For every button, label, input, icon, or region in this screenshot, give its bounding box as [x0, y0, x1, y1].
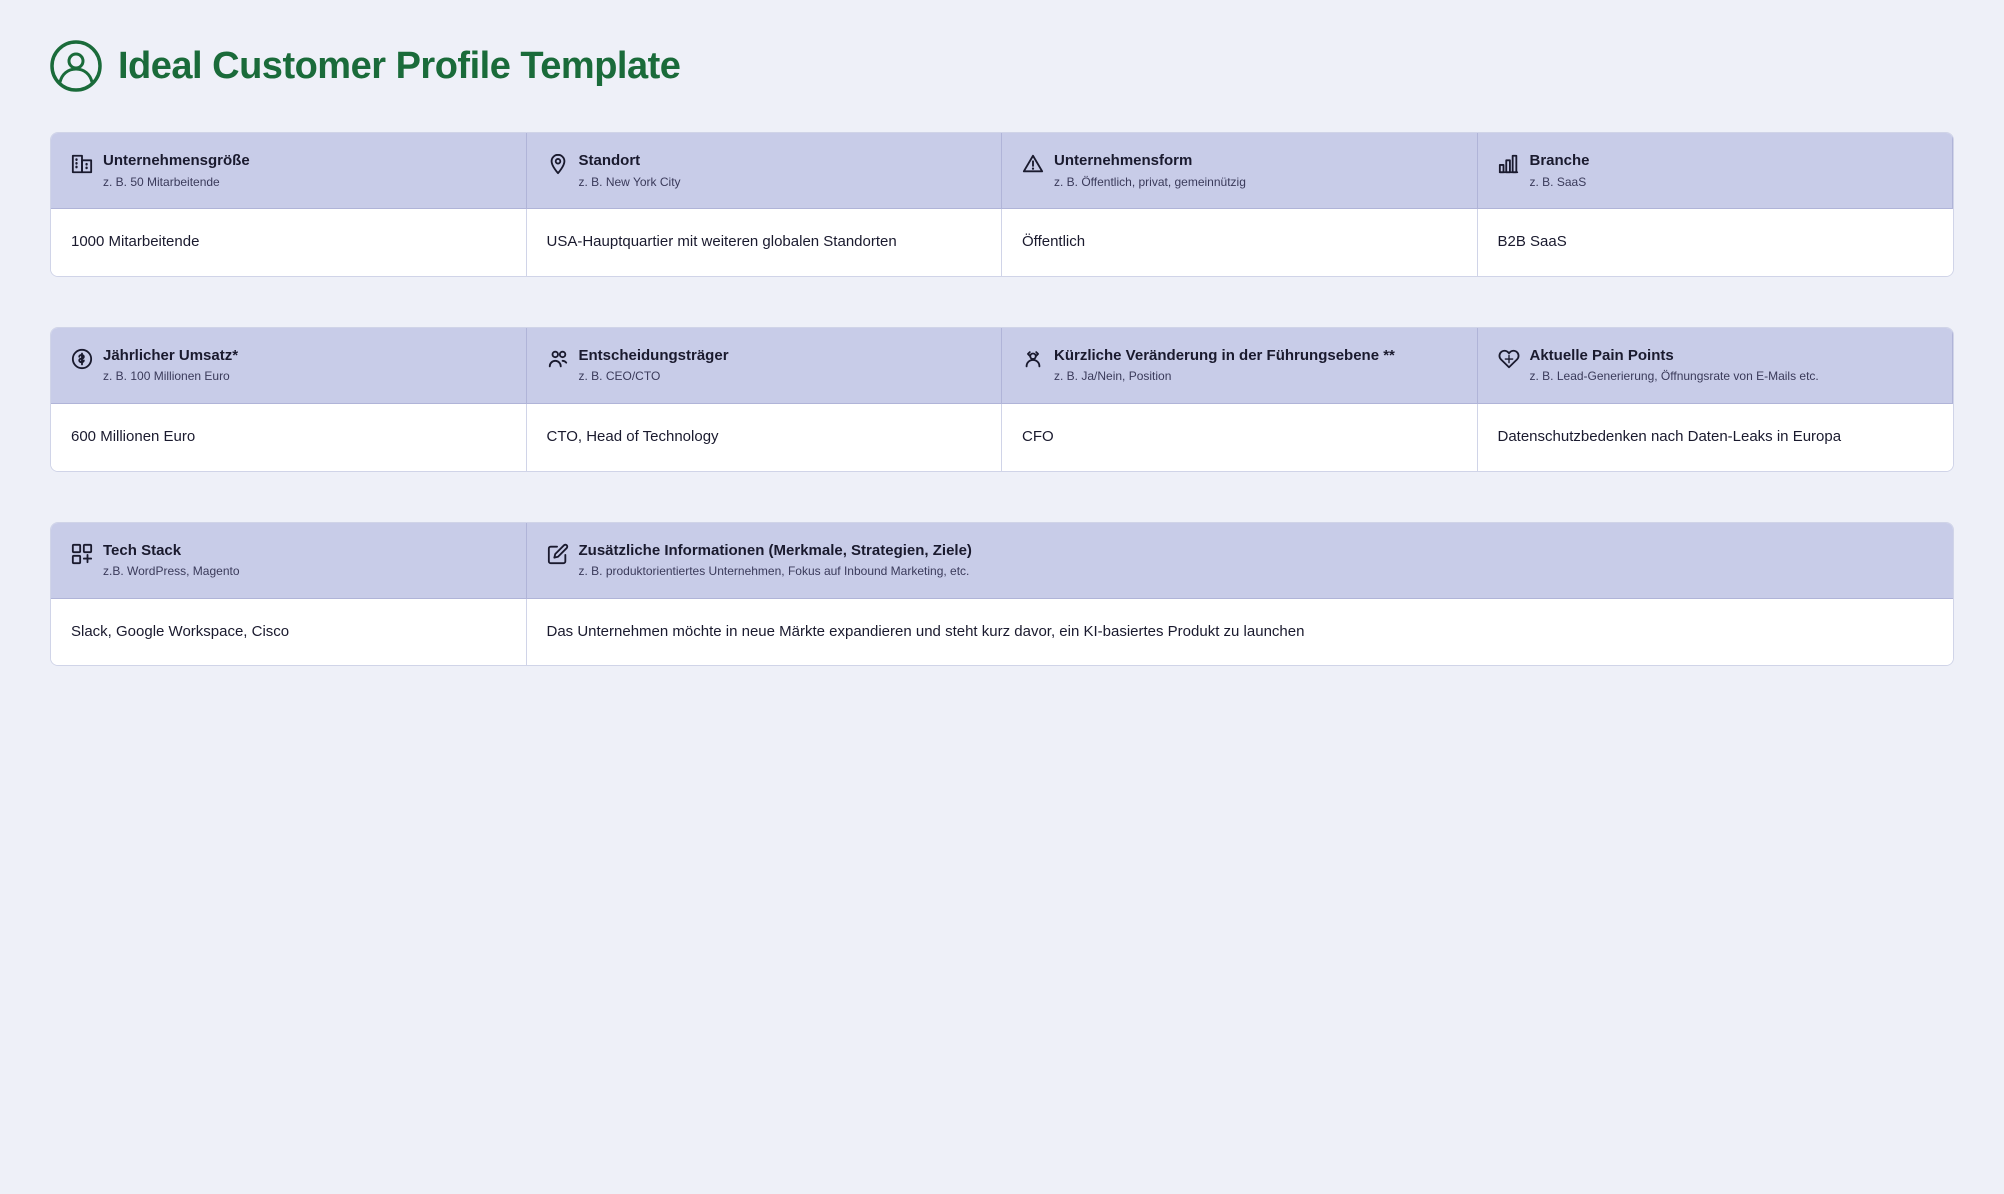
dollar-icon — [71, 348, 93, 375]
data-revenue: 600 Millionen Euro — [51, 404, 527, 471]
page-title-icon — [50, 40, 102, 92]
header-location: Standort z. B. New York City — [527, 133, 1003, 209]
header-company-size-title: Unternehmensgröße — [103, 151, 250, 171]
company-type-icon — [1022, 153, 1044, 180]
header-pain-points-subtitle: z. B. Lead-Generierung, Öffnungsrate von… — [1530, 368, 1819, 385]
header-revenue-title: Jährlicher Umsatz* — [103, 346, 238, 366]
table-tech-grid: Tech Stack z.B. WordPress, Magento Zusät… — [51, 523, 1953, 666]
heart-icon — [1498, 348, 1520, 375]
header-leadership-change: Kürzliche Veränderung in der Führungsebe… — [1002, 328, 1478, 404]
data-additional-info: Das Unternehmen möchte in neue Märkte ex… — [527, 599, 1954, 666]
table-firmographics-grid: Unternehmensgröße z. B. 50 Mitarbeitende… — [51, 133, 1953, 276]
header-additional-info-title: Zusätzliche Informationen (Merkmale, Str… — [579, 541, 972, 561]
header-leadership-change-subtitle: z. B. Ja/Nein, Position — [1054, 368, 1395, 385]
header-decision-makers-subtitle: z. B. CEO/CTO — [579, 368, 729, 385]
header-industry: Branche z. B. SaaS — [1478, 133, 1954, 209]
table-tech: Tech Stack z.B. WordPress, Magento Zusät… — [50, 522, 1954, 667]
table-financials-grid: Jährlicher Umsatz* z. B. 100 Millionen E… — [51, 328, 1953, 471]
header-company-type-subtitle: z. B. Öffentlich, privat, gemeinnützig — [1054, 174, 1246, 191]
data-tech-stack: Slack, Google Workspace, Cisco — [51, 599, 527, 666]
header-industry-title: Branche — [1530, 151, 1590, 171]
change-icon — [1022, 348, 1044, 375]
tech-icon — [71, 543, 93, 570]
header-location-title: Standort — [579, 151, 681, 171]
people-icon — [547, 348, 569, 375]
header-additional-info-subtitle: z. B. produktorientiertes Unternehmen, F… — [579, 563, 972, 580]
location-icon — [547, 153, 569, 180]
header-company-size-subtitle: z. B. 50 Mitarbeitende — [103, 174, 250, 191]
building-icon — [71, 153, 93, 180]
data-industry: B2B SaaS — [1478, 209, 1954, 276]
data-leadership-change: CFO — [1002, 404, 1478, 471]
header-company-type: Unternehmensform z. B. Öffentlich, priva… — [1002, 133, 1478, 209]
header-leadership-change-title: Kürzliche Veränderung in der Führungsebe… — [1054, 346, 1395, 366]
chart-icon — [1498, 153, 1520, 180]
data-company-size: 1000 Mitarbeitende — [51, 209, 527, 276]
table-firmographics: Unternehmensgröße z. B. 50 Mitarbeitende… — [50, 132, 1954, 277]
header-company-size: Unternehmensgröße z. B. 50 Mitarbeitende — [51, 133, 527, 209]
page-title: Ideal Customer Profile Template — [118, 45, 680, 88]
data-location: USA-Hauptquartier mit weiteren globalen … — [527, 209, 1003, 276]
pencil-icon — [547, 543, 569, 570]
header-decision-makers-title: Entscheidungsträger — [579, 346, 729, 366]
header-tech-stack-title: Tech Stack — [103, 541, 240, 561]
header-revenue: Jährlicher Umsatz* z. B. 100 Millionen E… — [51, 328, 527, 404]
header-revenue-subtitle: z. B. 100 Millionen Euro — [103, 368, 238, 385]
header-tech-stack-subtitle: z.B. WordPress, Magento — [103, 563, 240, 580]
header-industry-subtitle: z. B. SaaS — [1530, 174, 1590, 191]
header-tech-stack: Tech Stack z.B. WordPress, Magento — [51, 523, 527, 599]
data-company-type: Öffentlich — [1002, 209, 1478, 276]
page-title-row: Ideal Customer Profile Template — [50, 40, 1954, 92]
header-additional-info: Zusätzliche Informationen (Merkmale, Str… — [527, 523, 1954, 599]
data-pain-points: Datenschutzbedenken nach Daten-Leaks in … — [1478, 404, 1954, 471]
header-decision-makers: Entscheidungsträger z. B. CEO/CTO — [527, 328, 1003, 404]
header-company-type-title: Unternehmensform — [1054, 151, 1246, 171]
table-financials: Jährlicher Umsatz* z. B. 100 Millionen E… — [50, 327, 1954, 472]
data-decision-makers: CTO, Head of Technology — [527, 404, 1003, 471]
header-location-subtitle: z. B. New York City — [579, 174, 681, 191]
header-pain-points: Aktuelle Pain Points z. B. Lead-Generier… — [1478, 328, 1954, 404]
header-pain-points-title: Aktuelle Pain Points — [1530, 346, 1819, 366]
